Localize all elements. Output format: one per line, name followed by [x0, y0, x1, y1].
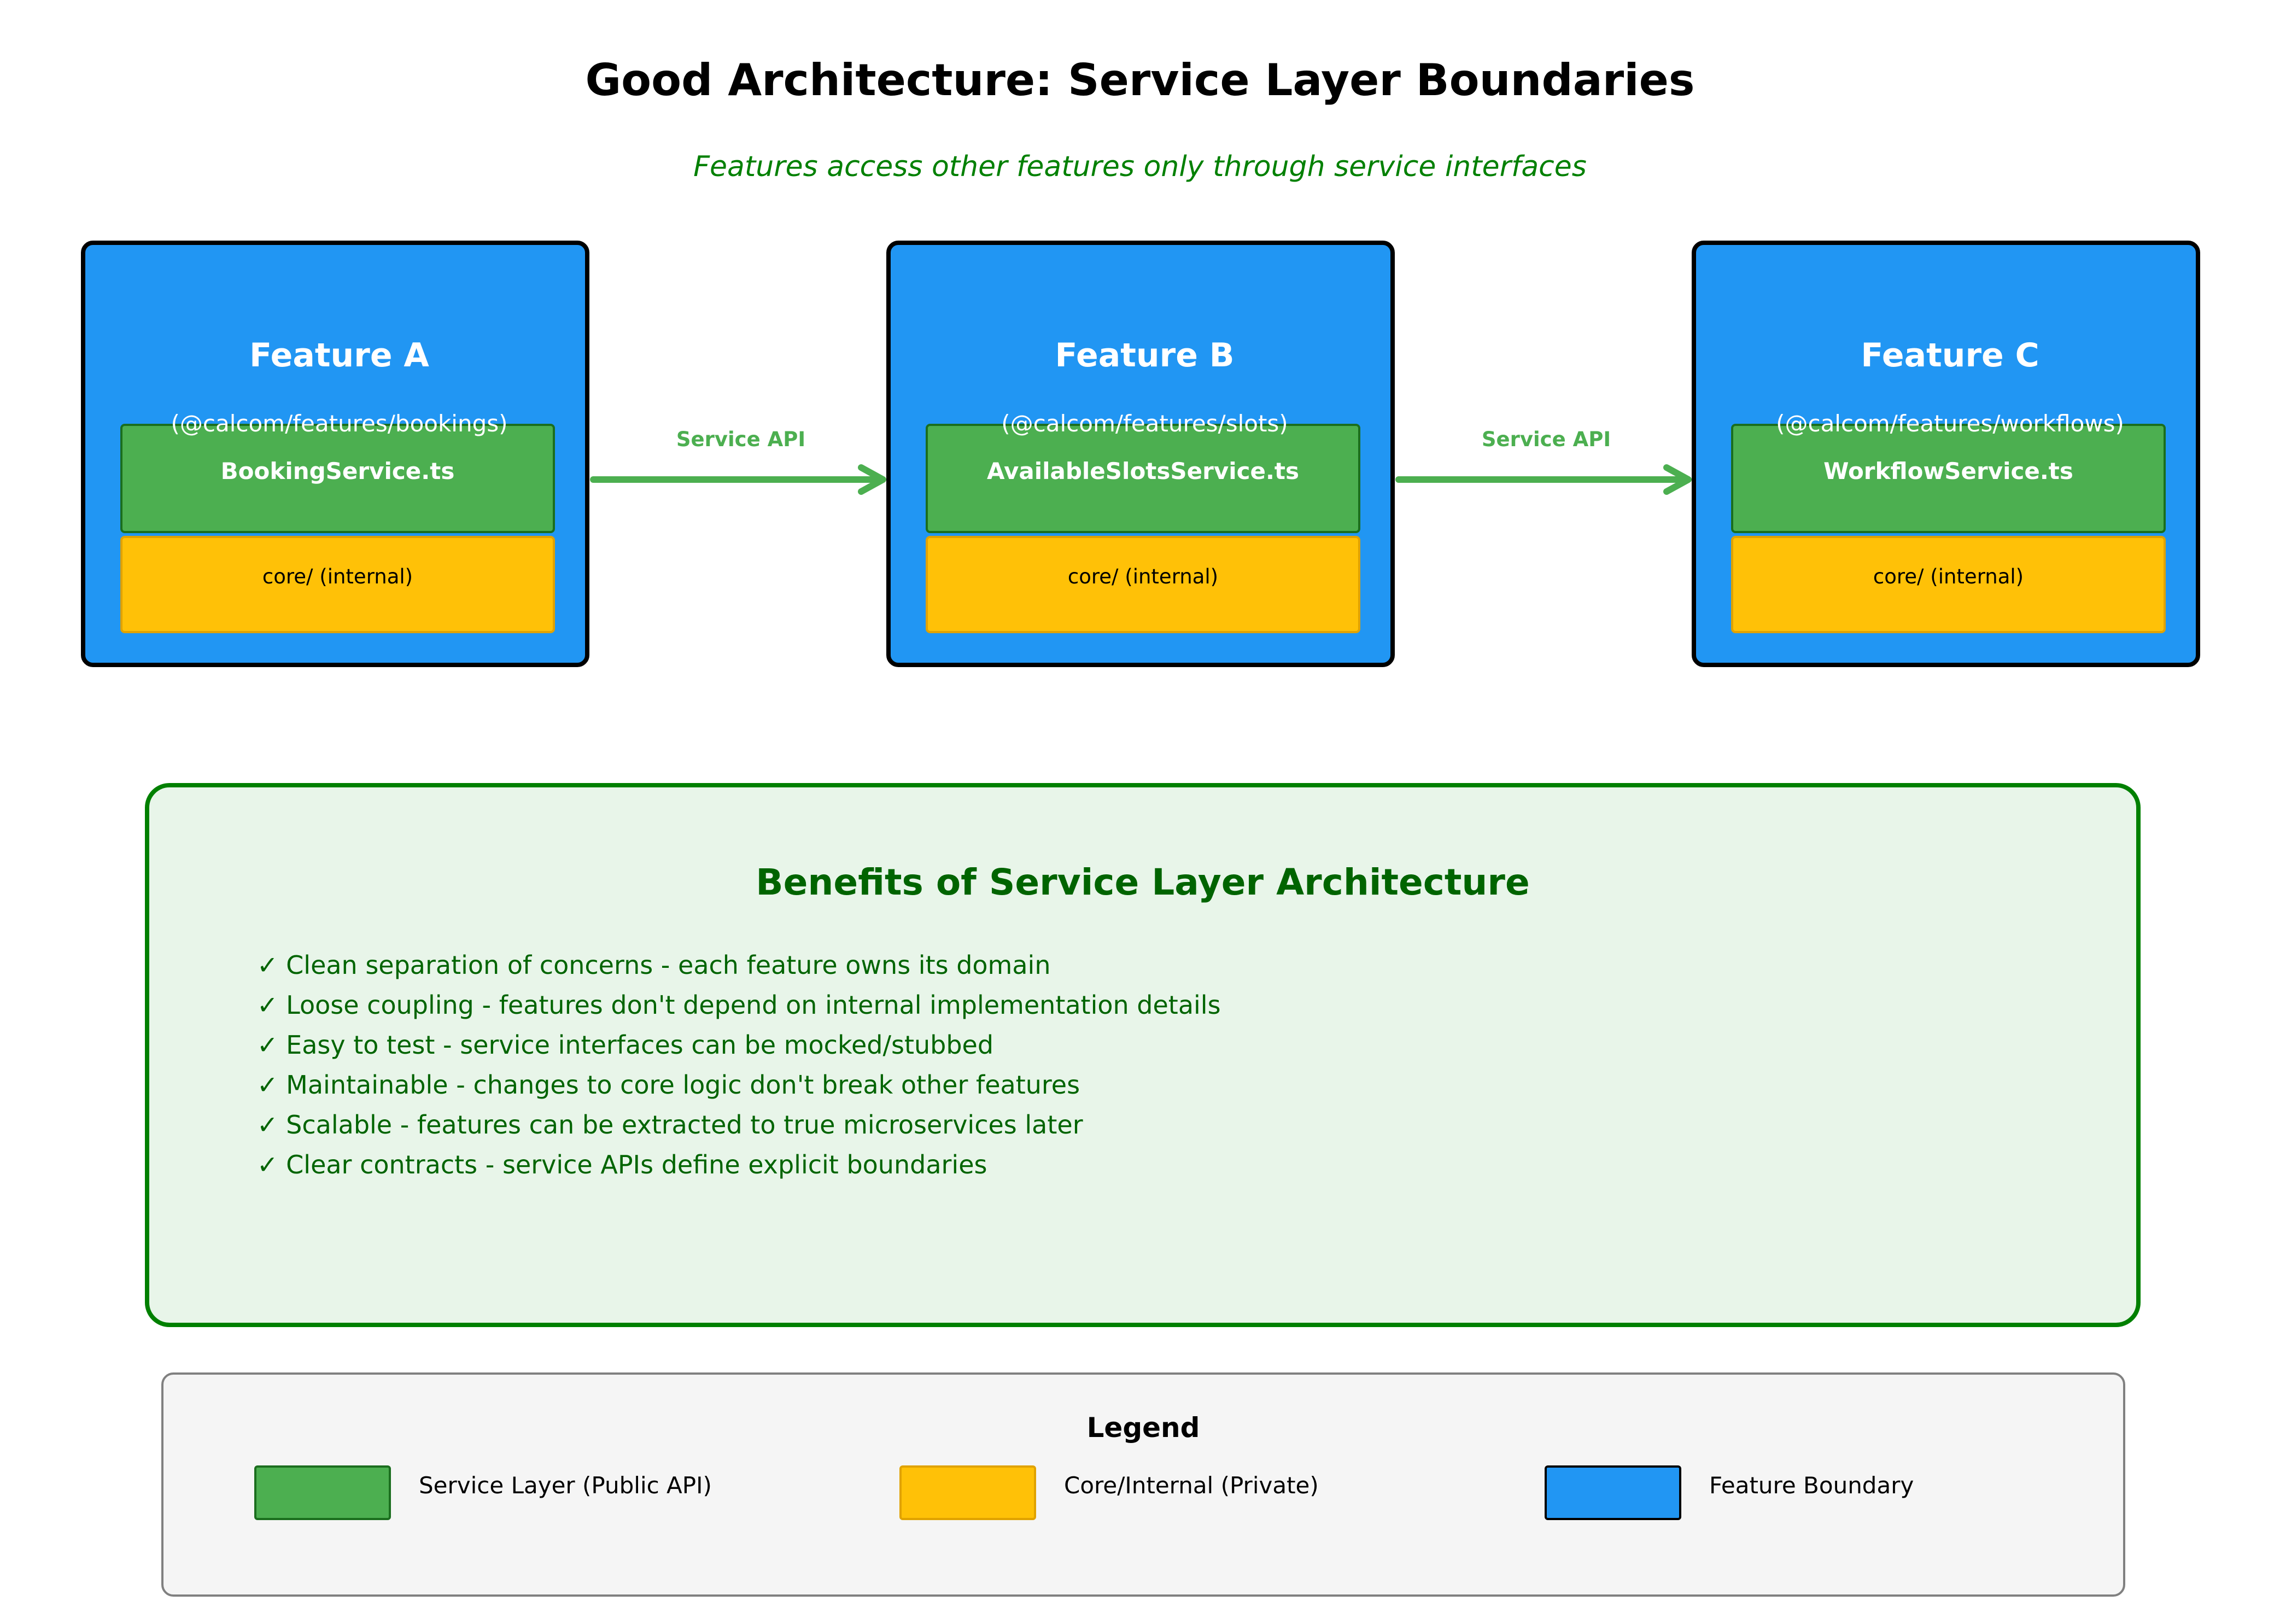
- feature-title-a: Feature A: [249, 336, 429, 375]
- service-label-b: AvailableSlotsService.ts: [986, 458, 1300, 484]
- legend-swatch-feature: [1545, 1465, 1681, 1520]
- arrow-b-to-c: [1395, 464, 1692, 495]
- benefit-item: ✓ Clean separation of concerns - each fe…: [257, 950, 1051, 980]
- legend-label-core: Core/Internal (Private): [1064, 1472, 1319, 1499]
- core-label-c: core/ (internal): [1873, 565, 2024, 588]
- legend-title: Legend: [1086, 1412, 1200, 1444]
- feature-package-c: (@calcom/features/workflows): [1776, 410, 2124, 437]
- benefit-item: ✓ Maintainable - changes to core logic d…: [257, 1070, 1080, 1100]
- legend-swatch-core: [899, 1465, 1036, 1520]
- benefit-item: ✓ Clear contracts - service APIs define …: [257, 1150, 987, 1179]
- legend-label-feature: Feature Boundary: [1709, 1472, 1914, 1499]
- feature-package-a: (@calcom/features/bookings): [171, 410, 508, 437]
- page-subtitle: Features access other features only thro…: [693, 150, 1587, 183]
- service-label-a: BookingService.ts: [220, 458, 455, 484]
- arrow-label-b-to-c: Service API: [1481, 428, 1611, 451]
- arrow-label-a-to-b: Service API: [676, 428, 806, 451]
- arrow-a-to-b: [590, 464, 886, 495]
- feature-title-b: Feature B: [1055, 336, 1235, 375]
- feature-package-b: (@calcom/features/slots): [1001, 410, 1288, 437]
- page-title: Good Architecture: Service Layer Boundar…: [585, 55, 1695, 106]
- benefit-item: ✓ Scalable - features can be extracted t…: [257, 1110, 1083, 1140]
- feature-title-c: Feature C: [1861, 336, 2039, 375]
- legend-label-service: Service Layer (Public API): [419, 1472, 712, 1499]
- core-label-b: core/ (internal): [1067, 565, 1219, 588]
- benefit-item: ✓ Easy to test - service interfaces can …: [257, 1030, 994, 1060]
- core-label-a: core/ (internal): [262, 565, 413, 588]
- arrow-b-to-c-head: [1663, 464, 1692, 495]
- benefits-title: Benefits of Service Layer Architecture: [756, 861, 1530, 903]
- arrow-a-to-b-head: [858, 464, 886, 495]
- benefit-item: ✓ Loose coupling - features don't depend…: [257, 990, 1221, 1020]
- service-label-c: WorkflowService.ts: [1823, 458, 2073, 484]
- legend-swatch-service: [254, 1465, 391, 1520]
